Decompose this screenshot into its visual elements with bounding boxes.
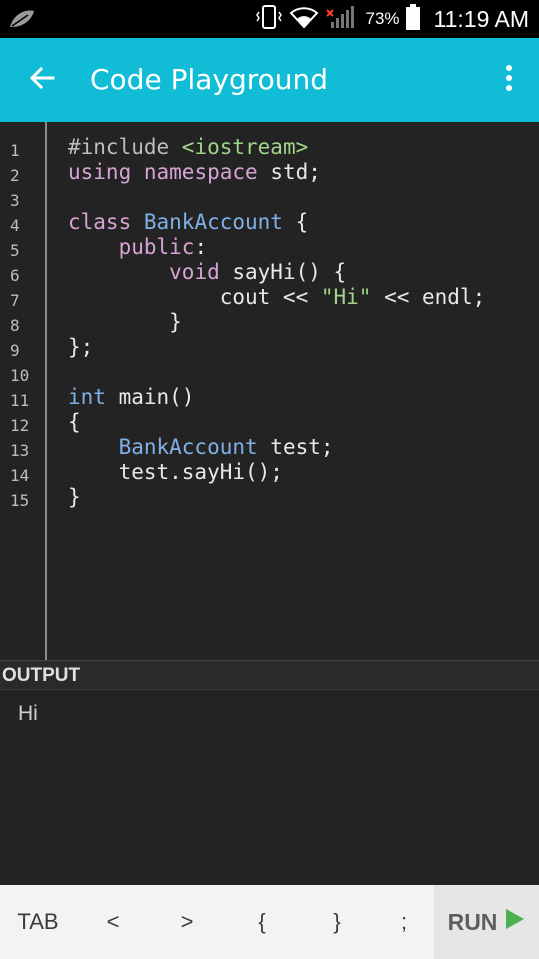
- code-token: #include: [68, 135, 182, 159]
- line-number: 6: [10, 266, 20, 285]
- code-token: }: [68, 310, 182, 334]
- line-number: 5: [10, 241, 20, 260]
- app-bar: Code Playground: [0, 38, 539, 122]
- code-line[interactable]: int main(): [68, 385, 485, 410]
- greater-than-key[interactable]: >: [150, 885, 224, 959]
- code-line[interactable]: public:: [68, 235, 485, 260]
- less-than-key[interactable]: <: [76, 885, 150, 959]
- code-token: :: [194, 235, 208, 259]
- line-number: 4: [10, 216, 20, 235]
- code-line[interactable]: test.sayHi();: [68, 460, 485, 485]
- arrow-left-icon: [29, 66, 55, 94]
- code-line[interactable]: void sayHi() {: [68, 260, 485, 285]
- vibrate-icon: [255, 4, 283, 34]
- output-label: OUTPUT: [2, 665, 81, 686]
- code-token: cout <<: [68, 285, 321, 309]
- output-header: OUTPUT: [0, 660, 539, 690]
- code-line[interactable]: ​: [68, 185, 485, 210]
- code-line[interactable]: cout << "Hi" << endl;: [68, 285, 486, 310]
- code-token: void: [169, 260, 220, 284]
- code-token: test.sayHi();: [68, 460, 283, 484]
- line-number: 9: [10, 341, 20, 360]
- code-token: BankAccount: [118, 435, 258, 459]
- close-brace-key[interactable]: }: [300, 885, 374, 959]
- run-button[interactable]: RUN: [434, 885, 539, 959]
- run-label: RUN: [447, 908, 498, 935]
- line-number: 12: [10, 416, 30, 435]
- symbol-keybar: TAB < > { } ; RUN: [0, 885, 539, 959]
- line-number: 2: [10, 166, 20, 185]
- code-token: << endl;: [371, 285, 486, 309]
- line-number: 1: [10, 141, 20, 160]
- code-token: };: [68, 335, 94, 359]
- battery-icon: [405, 4, 420, 34]
- open-brace-key[interactable]: {: [224, 885, 300, 959]
- page-title: Code Playground: [90, 63, 329, 96]
- line-number: 15: [10, 491, 30, 510]
- code-token: sayHi() {: [219, 260, 347, 284]
- code-token: BankAccount: [143, 210, 283, 234]
- code-token: public: [118, 235, 195, 259]
- line-number: 13: [10, 441, 30, 460]
- line-number: 14: [10, 466, 30, 485]
- code-line[interactable]: #include <iostream>: [68, 135, 485, 160]
- code-token: using: [68, 160, 132, 184]
- code-line[interactable]: }: [68, 310, 485, 335]
- code-token: namespace: [143, 160, 258, 184]
- code-editor[interactable]: 1 2 3 4 5 6 7 8 9 10 11 12 13 14 15 #include <iostream…: [0, 122, 539, 660]
- signal-icon: [325, 4, 355, 34]
- code-token: int: [68, 385, 106, 409]
- back-button[interactable]: [22, 60, 62, 100]
- code-token: test;: [257, 435, 334, 459]
- line-number: 3: [10, 191, 20, 210]
- leaf-icon: [8, 9, 36, 33]
- line-number: 10: [10, 366, 30, 385]
- status-bar: 73% 11:19 AM: [0, 0, 539, 38]
- line-number: 7: [10, 291, 20, 310]
- code-line[interactable]: class BankAccount {: [68, 210, 485, 235]
- play-icon: [505, 908, 525, 936]
- output-text: Hi: [18, 702, 38, 725]
- code-line[interactable]: };: [68, 335, 485, 360]
- code-token: main(): [105, 385, 195, 409]
- code-token: "Hi": [320, 285, 372, 309]
- code-token: {: [282, 210, 309, 234]
- line-number: 8: [10, 316, 20, 335]
- battery-percent: 73%: [365, 9, 400, 28]
- code-token: <iostream>: [181, 135, 309, 159]
- wifi-icon: [289, 5, 319, 33]
- code-line[interactable]: using namespace std;: [68, 160, 485, 185]
- code-area[interactable]: #include <iostream>using namespace std;​…: [68, 135, 485, 510]
- code-token: std;: [257, 160, 321, 184]
- line-number: 11: [10, 391, 30, 410]
- semicolon-key[interactable]: ;: [374, 885, 434, 959]
- more-vert-icon: [505, 64, 513, 96]
- code-line[interactable]: BankAccount test;: [68, 435, 485, 460]
- code-line[interactable]: {: [68, 410, 485, 435]
- code-token: {: [68, 410, 81, 434]
- clock: 11:19 AM: [433, 5, 529, 32]
- code-token: class: [68, 210, 132, 234]
- overflow-menu-button[interactable]: [497, 62, 521, 98]
- code-line[interactable]: ​: [68, 360, 485, 385]
- line-number-gutter: 1 2 3 4 5 6 7 8 9 10 11 12 13 14 15: [0, 122, 47, 660]
- code-token: }: [68, 485, 81, 509]
- tab-key[interactable]: TAB: [0, 885, 76, 959]
- code-line[interactable]: }: [68, 485, 485, 510]
